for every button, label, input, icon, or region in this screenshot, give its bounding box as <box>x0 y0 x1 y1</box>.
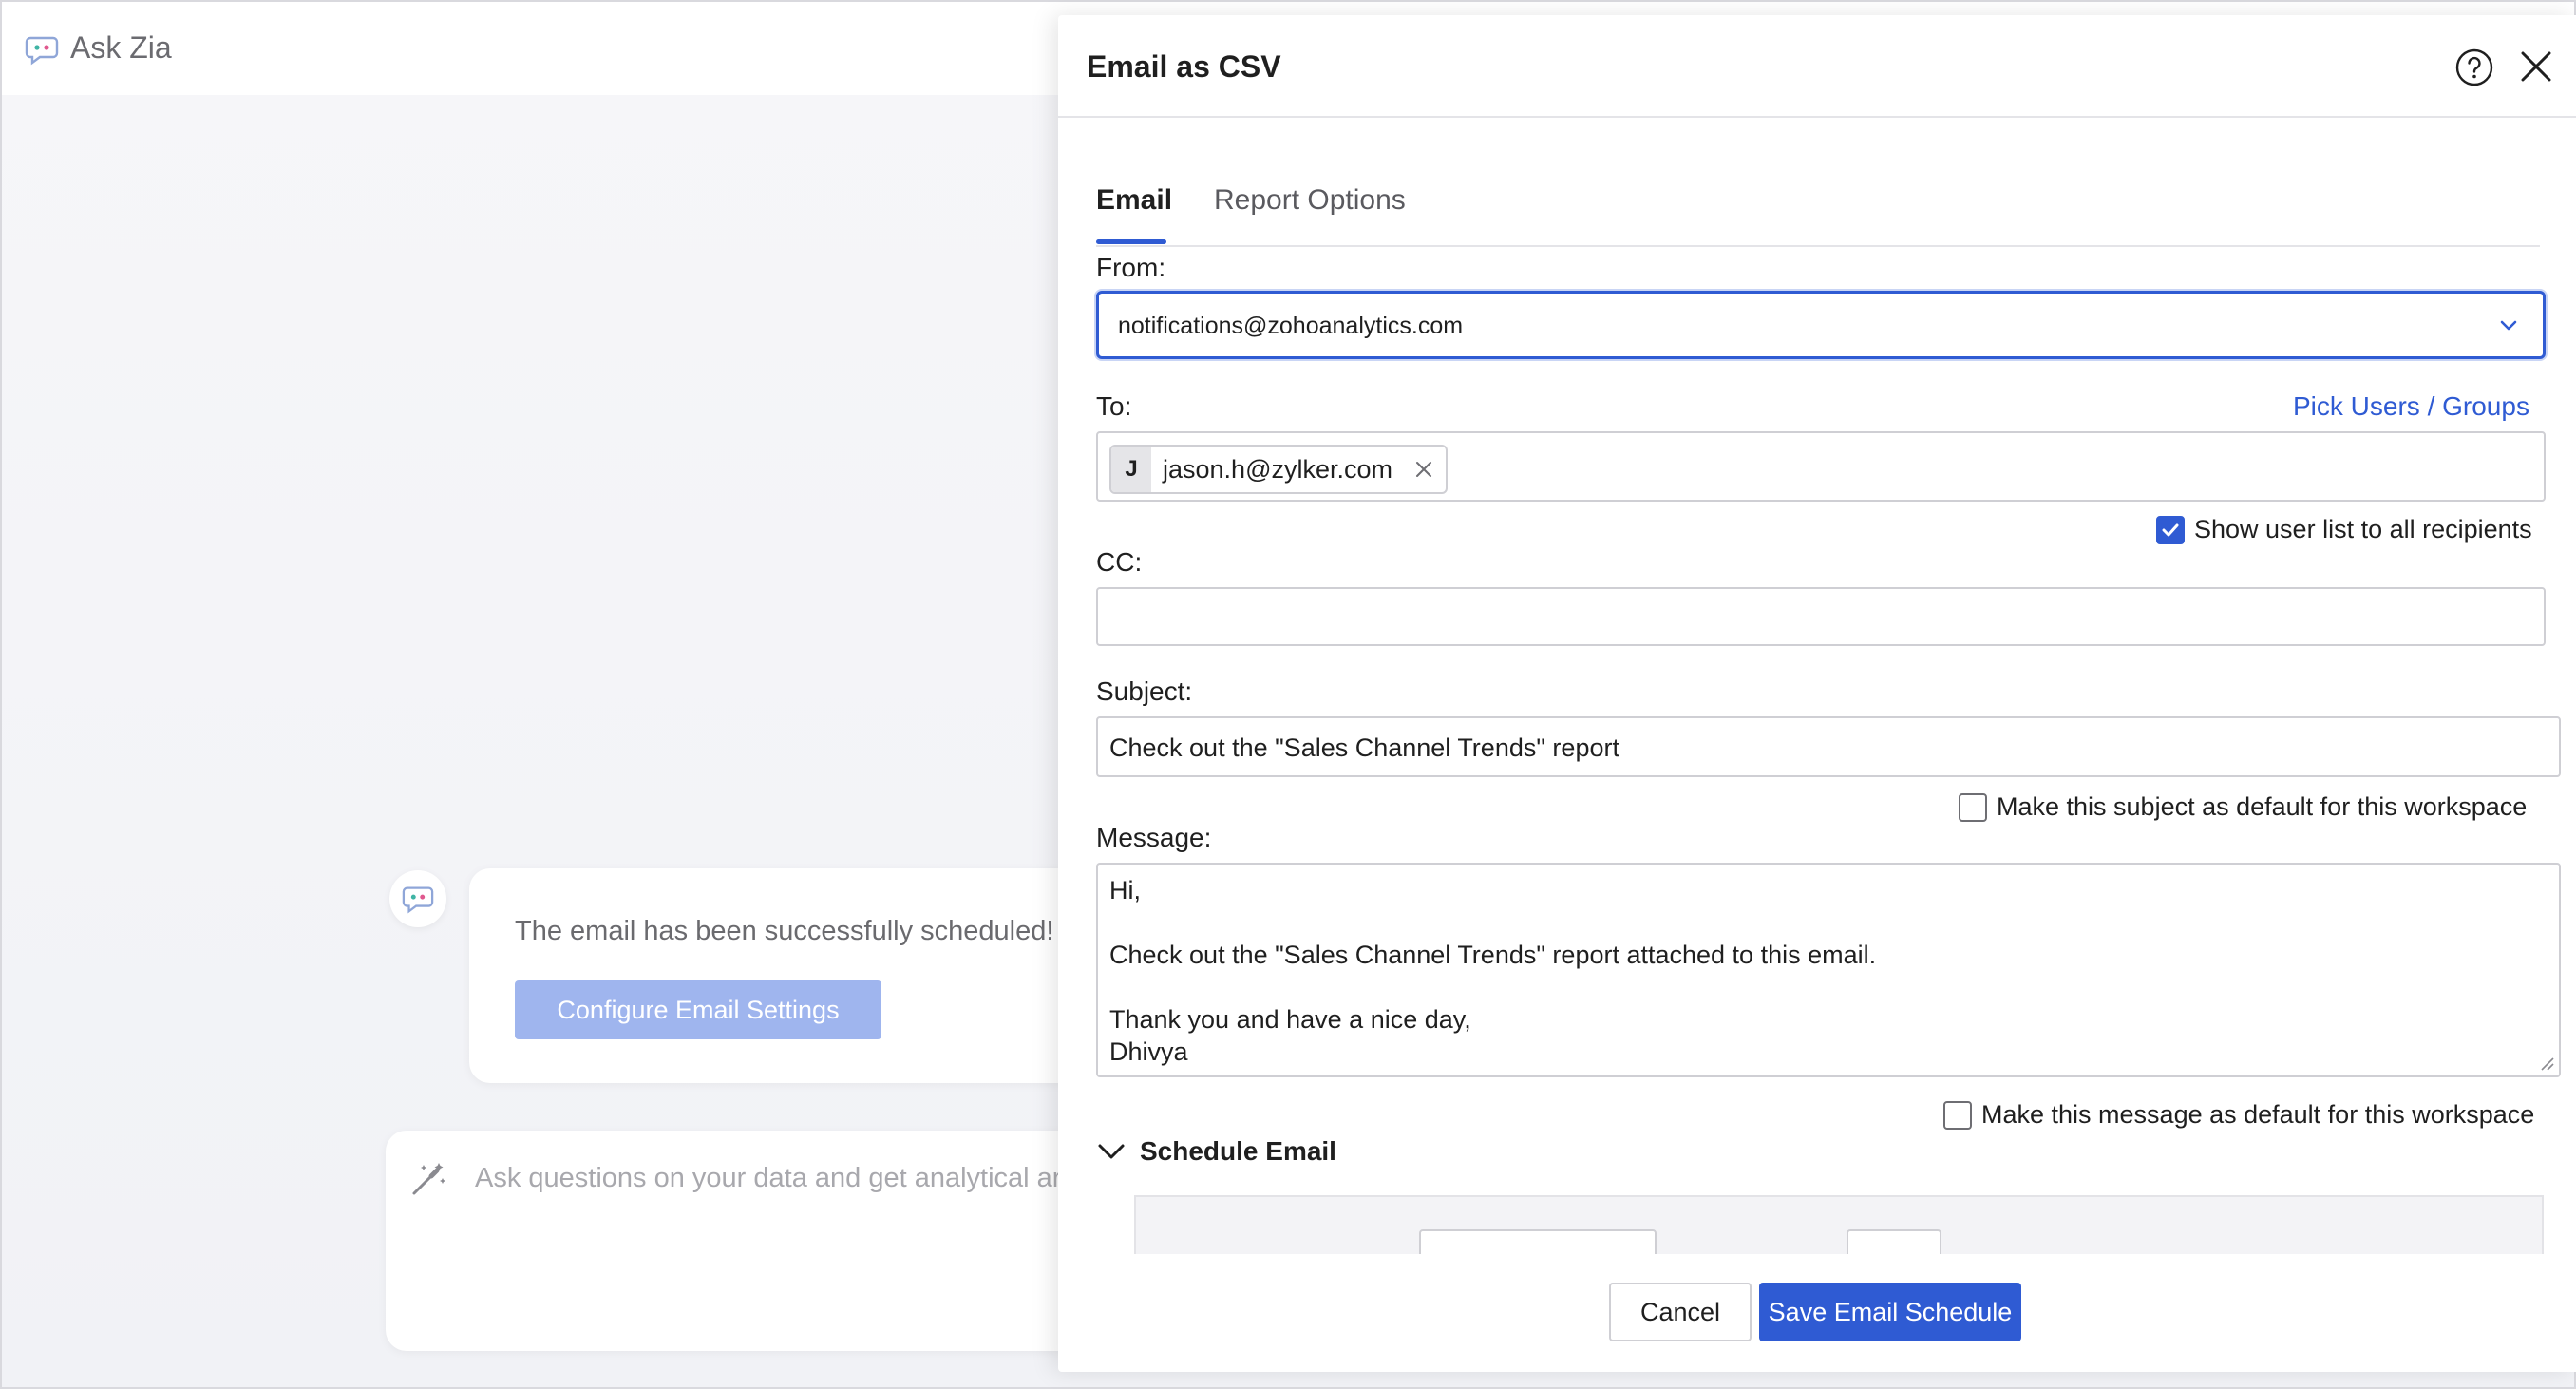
magic-wand-icon <box>412 1163 445 1195</box>
message-line: Thank you and have a nice day, <box>1109 1005 1471 1034</box>
show-user-list-label: Show user list to all recipients <box>2194 515 2532 543</box>
schedule-email-title: Schedule Email <box>1140 1136 1336 1166</box>
app-title: Ask Zia <box>70 30 172 65</box>
message-line: Dhivya <box>1109 1037 1188 1066</box>
message-line: Check out the "Sales Channel Trends" rep… <box>1109 941 1877 969</box>
configure-email-settings-button[interactable]: Configure Email Settings <box>515 980 881 1039</box>
resize-handle-icon[interactable] <box>2538 1055 2555 1072</box>
recipient-chip: J jason.h@zylker.com <box>1109 445 1448 494</box>
message-line: Hi, <box>1109 876 1141 904</box>
subject-default-checkbox[interactable] <box>1959 792 1987 822</box>
message-label: Message: <box>1096 823 1212 852</box>
dialog-title: Email as CSV <box>1087 49 1281 84</box>
ask-input-placeholder[interactable]: Ask questions on your data and get analy… <box>475 1163 1061 1194</box>
chevron-down-icon <box>2500 320 2517 331</box>
subject-value: Check out the "Sales Channel Trends" rep… <box>1109 733 1619 762</box>
to-input[interactable]: J jason.h@zylker.com <box>1096 431 2546 502</box>
from-value: notifications@zohoanalytics.com <box>1118 313 1464 339</box>
cc-label: CC: <box>1096 547 1143 577</box>
email-as-csv-dialog: Email as CSV Email Report Options From: … <box>1058 15 2576 1372</box>
message-default-label: Make this message as default for this wo… <box>1981 1100 2535 1129</box>
cc-input[interactable] <box>1096 587 2546 646</box>
from-select[interactable]: notifications@zohoanalytics.com <box>1096 291 2546 359</box>
schedule-frequency-select[interactable] <box>1419 1229 1657 1254</box>
help-icon[interactable] <box>2454 48 2494 87</box>
recipient-email: jason.h@zylker.com <box>1163 454 1392 484</box>
chat-message-text: The email has been successfully schedule… <box>515 916 1070 946</box>
save-email-schedule-button[interactable]: Save Email Schedule <box>1759 1283 2021 1341</box>
tab-email[interactable]: Email <box>1096 184 1172 217</box>
chat-response-card: The email has been successfully schedule… <box>469 868 1134 1083</box>
pick-users-groups-link[interactable]: Pick Users / Groups <box>2293 391 2529 422</box>
show-user-list-option: Show user list to all recipients <box>2156 515 2532 544</box>
cancel-button[interactable]: Cancel <box>1609 1283 1752 1341</box>
schedule-interval-input[interactable] <box>1847 1229 1941 1254</box>
dialog-tabs: Email Report Options <box>1096 118 2540 247</box>
show-user-list-checkbox[interactable] <box>2156 515 2185 544</box>
from-label: From: <box>1096 253 1166 282</box>
schedule-email-toggle[interactable]: Schedule Email <box>1096 1136 1336 1167</box>
subject-default-label: Make this subject as default for this wo… <box>1997 792 2528 821</box>
tab-report-options[interactable]: Report Options <box>1214 184 1406 217</box>
dialog-header: Email as CSV <box>1058 15 2576 118</box>
zia-bot-icon <box>402 886 434 914</box>
zia-bot-avatar <box>389 870 446 927</box>
schedule-settings-area <box>1134 1195 2544 1254</box>
subject-label: Subject: <box>1096 676 1193 706</box>
close-icon[interactable] <box>2517 48 2555 86</box>
checkmark-icon <box>2162 523 2179 536</box>
message-default-checkbox[interactable] <box>1943 1100 1972 1130</box>
remove-recipient-icon[interactable] <box>1413 459 1434 480</box>
to-label: To: <box>1096 391 1132 421</box>
zia-logo-icon <box>25 36 59 66</box>
subject-default-option: Make this subject as default for this wo… <box>1959 792 2527 822</box>
recipient-avatar: J <box>1111 447 1151 492</box>
active-tab-indicator <box>1096 239 1166 244</box>
chevron-down-icon <box>1098 1144 1125 1159</box>
message-default-option: Make this message as default for this wo… <box>1943 1100 2534 1130</box>
subject-input[interactable]: Check out the "Sales Channel Trends" rep… <box>1096 716 2561 777</box>
message-textarea[interactable]: Hi, Check out the "Sales Channel Trends"… <box>1096 863 2561 1077</box>
ask-question-box[interactable]: Ask questions on your data and get analy… <box>386 1131 1146 1351</box>
